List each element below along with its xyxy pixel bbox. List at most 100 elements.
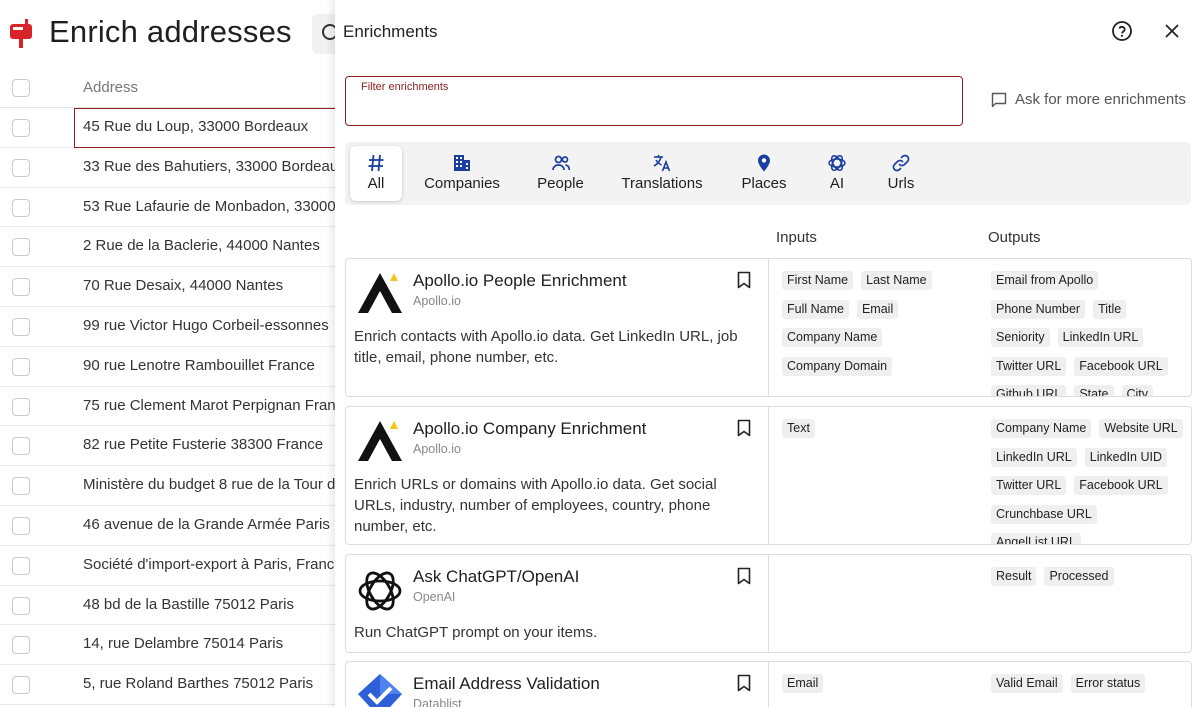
input-chip: Email <box>856 299 899 319</box>
row-checkbox[interactable] <box>12 437 30 456</box>
tab-ai[interactable]: AI <box>817 146 857 201</box>
address-cell[interactable]: 90 rue Lenotre Rambouillet France <box>83 357 315 374</box>
address-cell[interactable]: 14, rue Delambre 75014 Paris <box>83 635 283 652</box>
mailbox-logo-icon <box>10 19 32 48</box>
row-checkbox[interactable] <box>12 477 30 496</box>
row-checkbox[interactable] <box>12 238 30 257</box>
output-chip: LinkedIn UID <box>1084 447 1168 467</box>
row-checkbox[interactable] <box>12 198 30 217</box>
row-checkbox[interactable] <box>12 158 30 177</box>
row-checkbox[interactable] <box>12 119 30 137</box>
output-chip: Error status <box>1070 674 1146 693</box>
address-cell[interactable]: 53 Rue Lafaurie de Monbadon, 33000 Bo <box>83 198 358 215</box>
address-cell[interactable]: Société d'import-export à Paris, France … <box>83 556 355 573</box>
card-title: Apollo.io Company Enrichment <box>413 419 647 438</box>
output-chip: City <box>1121 385 1154 396</box>
tab-companies[interactable]: Companies <box>422 146 502 201</box>
output-chip: AngelList URL <box>991 533 1081 544</box>
enrichment-card-apollo-company[interactable]: Apollo.io Company Enrichment Apollo.io E… <box>345 406 1192 545</box>
select-all-checkbox[interactable] <box>12 79 30 97</box>
output-chips: Email from Apollo Phone Number Title Sen… <box>991 271 1191 396</box>
bookmark-icon[interactable] <box>736 271 752 289</box>
tab-all[interactable]: All <box>350 146 402 201</box>
address-cell[interactable]: 2 Rue de la Baclerie, 44000 Nantes <box>83 237 320 254</box>
output-chip: LinkedIn URL <box>991 447 1077 467</box>
tab-label: All <box>367 175 385 192</box>
input-chips: Text <box>782 419 982 448</box>
output-chip: Phone Number <box>991 299 1086 319</box>
help-icon[interactable] <box>1111 20 1133 42</box>
output-chip: Company Name <box>991 419 1092 438</box>
tab-translations[interactable]: Translations <box>617 146 707 201</box>
category-tabs: All Companies People Translations Places… <box>345 142 1191 205</box>
output-chip: Result <box>991 567 1037 586</box>
tab-urls[interactable]: Urls <box>881 146 921 201</box>
tab-label: People <box>537 175 584 192</box>
address-cell[interactable]: 82 rue Petite Fusterie 38300 France <box>83 436 323 453</box>
page-title: Enrich addresses <box>49 14 292 49</box>
input-chips: First Name Last Name Full Name Email Com… <box>782 271 982 385</box>
row-checkbox[interactable] <box>12 596 30 615</box>
bookmark-icon[interactable] <box>736 567 752 585</box>
column-header-address[interactable]: Address <box>83 79 138 96</box>
output-chips: Company Name Website URL LinkedIn URL Li… <box>991 419 1191 544</box>
filter-input[interactable] <box>360 99 940 121</box>
card-vendor: Apollo.io <box>413 442 461 456</box>
address-cell[interactable]: 70 Rue Desaix, 44000 Nantes <box>83 277 283 294</box>
address-cell[interactable]: 33 Rue des Bahutiers, 33000 Bordeaux <box>83 158 346 175</box>
filter-label: Filter enrichments <box>361 81 449 93</box>
card-vendor: Apollo.io <box>413 294 461 308</box>
address-cell[interactable]: 48 bd de la Bastille 75012 Paris <box>83 596 294 613</box>
address-cell[interactable]: 45 Rue du Loup, 33000 Bordeaux <box>83 118 308 135</box>
chat-bubble-icon <box>991 92 1007 107</box>
row-checkbox[interactable] <box>12 556 30 575</box>
row-checkbox[interactable] <box>12 676 30 695</box>
output-chip: Facebook URL <box>1074 476 1168 495</box>
openai-icon <box>828 155 846 171</box>
input-chip: Company Name <box>782 328 883 347</box>
tab-label: Translations <box>621 175 703 192</box>
link-icon <box>892 154 910 172</box>
output-chip: Processed <box>1044 567 1114 586</box>
enrichment-card-email-validation[interactable]: Email Address Validation Datablist Email… <box>345 661 1192 707</box>
row-checkbox[interactable] <box>12 636 30 655</box>
output-chip: Email from Apollo <box>991 271 1099 290</box>
card-info: Apollo.io People Enrichment Apollo.io En… <box>346 259 769 396</box>
row-checkbox[interactable] <box>12 516 30 535</box>
address-cell[interactable]: Ministère du budget 8 rue de la Tour des <box>83 476 351 493</box>
apollo-logo-icon <box>358 421 402 461</box>
enrichment-card-chatgpt[interactable]: Ask ChatGPT/OpenAI OpenAI Run ChatGPT pr… <box>345 554 1192 653</box>
row-checkbox[interactable] <box>12 278 30 297</box>
tab-places[interactable]: Places <box>735 146 793 201</box>
input-chips: Email <box>782 674 982 703</box>
close-icon[interactable] <box>1161 20 1183 42</box>
row-checkbox[interactable] <box>12 397 30 416</box>
card-info: Ask ChatGPT/OpenAI OpenAI Run ChatGPT pr… <box>346 555 769 652</box>
tab-people[interactable]: People <box>528 146 593 201</box>
row-checkbox[interactable] <box>12 357 30 376</box>
card-vendor: OpenAI <box>413 590 456 604</box>
bookmark-icon[interactable] <box>736 674 752 692</box>
datablist-logo-icon <box>358 674 402 707</box>
tab-label: Urls <box>887 175 915 192</box>
input-chip: Email <box>782 674 824 693</box>
people-icon <box>551 155 570 171</box>
address-cell[interactable]: 46 avenue de la Grande Armée Paris <box>83 516 330 533</box>
output-chip: Github URL <box>991 385 1067 396</box>
tab-label: Places <box>741 175 787 192</box>
card-title: Ask ChatGPT/OpenAI <box>413 567 580 586</box>
output-chip: State <box>1074 385 1114 396</box>
output-chips: Result Processed <box>991 567 1191 596</box>
ask-more-enrichments-link[interactable]: Ask for more enrichments <box>991 91 1186 108</box>
map-pin-icon <box>758 154 770 172</box>
address-cell[interactable]: 5, rue Roland Barthes 75012 Paris <box>83 675 313 692</box>
enrichment-card-apollo-people[interactable]: Apollo.io People Enrichment Apollo.io En… <box>345 258 1192 397</box>
bookmark-icon[interactable] <box>736 419 752 437</box>
card-title: Email Address Validation <box>413 674 600 693</box>
address-cell[interactable]: 75 rue Clement Marot Perpignan France <box>83 397 351 414</box>
filter-enrichments-field[interactable]: Filter enrichments <box>345 76 963 126</box>
row-checkbox[interactable] <box>12 317 30 336</box>
address-cell[interactable]: 99 rue Victor Hugo Corbeil-essonnes <box>83 317 329 334</box>
card-vendor: Datablist <box>413 697 462 707</box>
translate-icon <box>653 155 671 172</box>
